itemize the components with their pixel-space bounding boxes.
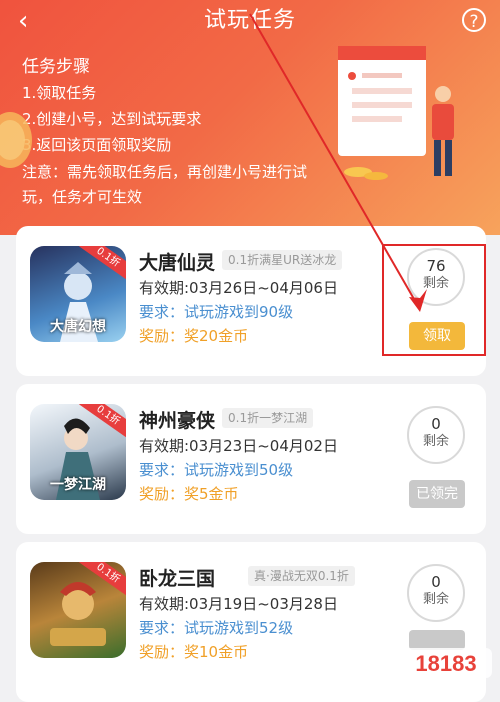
game-name: 大唐仙灵 [139, 252, 216, 274]
task-illustration [338, 46, 454, 180]
validity-text: 有效期:03月19日~03月28日 [139, 595, 338, 613]
remaining-counter: 0 剩余 [407, 564, 465, 622]
reward: 奖励：奖10金币 [139, 642, 248, 662]
task-card[interactable]: 0.1折 一梦江湖 神州豪侠 0.1折一梦江湖 有效期:03月23日~04月02… [16, 384, 486, 534]
validity-text: 有效期:03月26日~04月06日 [139, 279, 338, 297]
game-name: 神州豪侠 [139, 410, 216, 432]
remaining-count: 0 [431, 415, 441, 433]
promo-tag: 0.1折一梦江湖 [222, 408, 314, 428]
game-icon[interactable]: 0.1折 一梦江湖 [30, 404, 126, 500]
highlight-box [382, 244, 486, 356]
reward: 奖励：奖5金币 [139, 484, 239, 504]
help-icon[interactable]: ? [462, 8, 486, 32]
notice-text: 注意：需先领取任务后，再创建小号进行试玩，任务才可生效 [22, 163, 308, 206]
game-name: 卧龙三国 [139, 568, 216, 590]
requirement-value: 试玩游戏到50级 [184, 461, 294, 479]
reward-value: 奖5金币 [184, 485, 239, 503]
claimed-out-button[interactable]: 已领完 [409, 480, 465, 508]
page-title: 试玩任务 [203, 8, 296, 33]
requirement-label: 要求： [139, 303, 185, 321]
reward-value: 奖20金币 [184, 327, 249, 345]
requirement-value: 试玩游戏到52级 [184, 619, 294, 637]
requirement: 要求：试玩游戏到50级 [139, 460, 293, 480]
reward-label: 奖励： [139, 643, 185, 661]
reward-label: 奖励： [139, 327, 185, 345]
header-banner: ‹ 试玩任务 ? 任务步骤 1.领取任务 2.创建小号，达到试玩要求 3.返回该… [0, 0, 500, 235]
watermark-text: 18183 [415, 651, 476, 676]
reward-label: 奖励： [139, 485, 185, 503]
requirement-label: 要求： [139, 619, 185, 637]
game-logo-text: 大唐幻想 [50, 319, 106, 335]
watermark-logo: 18183 [400, 648, 492, 678]
requirement-value: 试玩游戏到90级 [184, 303, 294, 321]
steps-title: 任务步骤 [22, 57, 90, 77]
game-icon[interactable]: 0.1折 [30, 562, 126, 658]
remaining-label: 剩余 [422, 434, 449, 449]
game-icon[interactable]: 0.1折 大唐幻想 [30, 246, 126, 342]
reward-value: 奖10金币 [184, 643, 249, 661]
requirement: 要求：试玩游戏到90级 [139, 302, 293, 322]
promo-tag: 真·漫战无双0.1折 [248, 566, 355, 586]
remaining-counter: 0 剩余 [407, 406, 465, 464]
requirement: 要求：试玩游戏到52级 [139, 618, 293, 638]
remaining-label: 剩余 [422, 592, 449, 607]
validity-text: 有效期:03月23日~04月02日 [139, 437, 338, 455]
requirement-label: 要求： [139, 461, 185, 479]
remaining-count: 0 [431, 573, 441, 591]
coin-decoration [0, 112, 32, 168]
step-1: 1.领取任务 [22, 84, 97, 102]
promo-tag: 0.1折满星UR送冰龙 [222, 250, 343, 270]
reward: 奖励：奖20金币 [139, 326, 248, 346]
game-logo-text: 一梦江湖 [50, 477, 106, 493]
